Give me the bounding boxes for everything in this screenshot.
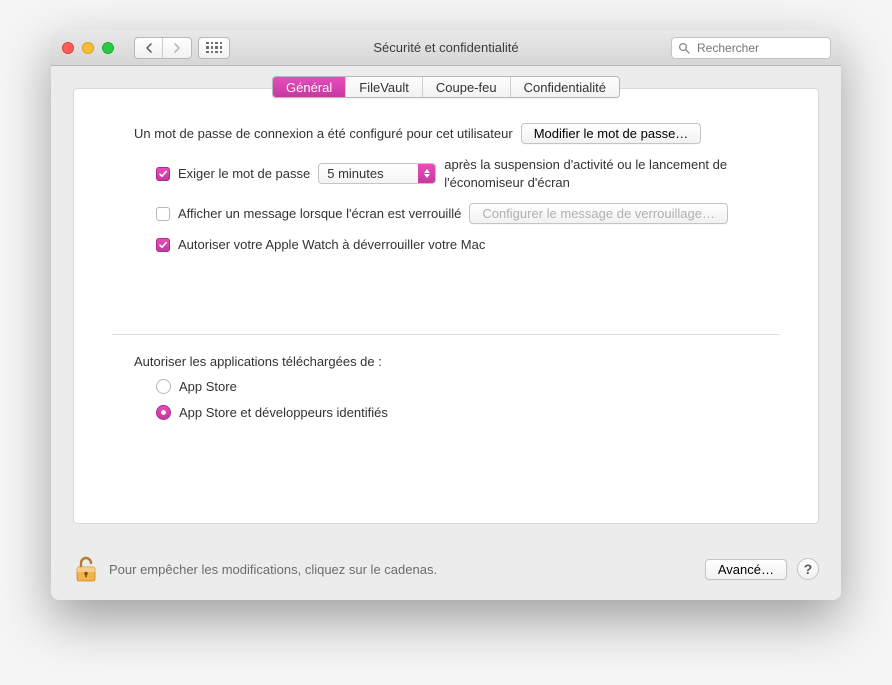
window-controls bbox=[62, 42, 114, 54]
apple-watch-unlock-label: Autoriser votre Apple Watch à déverrouil… bbox=[178, 236, 485, 254]
set-lock-message-button: Configurer le message de verrouillage… bbox=[469, 203, 728, 224]
nav-back-forward bbox=[134, 37, 192, 59]
radio-app-store[interactable] bbox=[156, 379, 171, 394]
lock-icon[interactable] bbox=[73, 554, 99, 584]
tab-firewall[interactable]: Coupe-feu bbox=[423, 77, 511, 97]
search-icon bbox=[678, 42, 690, 54]
prefs-window: Sécurité et confidentialité Général File… bbox=[51, 30, 841, 600]
minimize-icon[interactable] bbox=[82, 42, 94, 54]
show-lock-message-checkbox[interactable] bbox=[156, 207, 170, 221]
chevron-up-down-icon bbox=[418, 164, 435, 183]
allow-downloads-header: Autoriser les applications téléchargées … bbox=[134, 353, 382, 371]
help-button[interactable]: ? bbox=[797, 558, 819, 580]
tab-general[interactable]: Général bbox=[273, 77, 346, 97]
password-delay-select[interactable]: 5 minutes bbox=[318, 163, 436, 184]
tab-privacy[interactable]: Confidentialité bbox=[511, 77, 619, 97]
back-button[interactable] bbox=[135, 38, 163, 58]
close-icon[interactable] bbox=[62, 42, 74, 54]
show-lock-message-label: Afficher un message lorsque l'écran est … bbox=[178, 205, 461, 223]
forward-button[interactable] bbox=[163, 38, 191, 58]
grid-icon bbox=[206, 42, 222, 54]
password-delay-value: 5 minutes bbox=[327, 165, 383, 183]
search-field[interactable] bbox=[671, 37, 831, 59]
radio-identified-developers[interactable] bbox=[156, 405, 171, 420]
main-panel: Général FileVault Coupe-feu Confidential… bbox=[73, 88, 819, 524]
zoom-icon[interactable] bbox=[102, 42, 114, 54]
require-password-after-text: après la suspension d'activité ou le lan… bbox=[444, 156, 744, 191]
radio-app-store-label: App Store bbox=[179, 378, 237, 396]
show-all-button[interactable] bbox=[198, 37, 230, 59]
require-password-checkbox[interactable] bbox=[156, 167, 170, 181]
radio-identified-developers-label: App Store et développeurs identifiés bbox=[179, 404, 388, 422]
lock-hint-text: Pour empêcher les modifications, cliquez… bbox=[109, 562, 437, 577]
tab-bar: Général FileVault Coupe-feu Confidential… bbox=[74, 76, 818, 98]
require-password-label: Exiger le mot de passe bbox=[178, 165, 310, 183]
tab-filevault[interactable]: FileVault bbox=[346, 77, 423, 97]
apple-watch-unlock-checkbox[interactable] bbox=[156, 238, 170, 252]
change-password-button[interactable]: Modifier le mot de passe… bbox=[521, 123, 702, 144]
titlebar: Sécurité et confidentialité bbox=[51, 30, 841, 66]
footer: Pour empêcher les modifications, cliquez… bbox=[51, 546, 841, 600]
password-configured-text: Un mot de passe de connexion a été confi… bbox=[134, 125, 513, 143]
search-input[interactable] bbox=[695, 40, 824, 56]
advanced-button[interactable]: Avancé… bbox=[705, 559, 787, 580]
